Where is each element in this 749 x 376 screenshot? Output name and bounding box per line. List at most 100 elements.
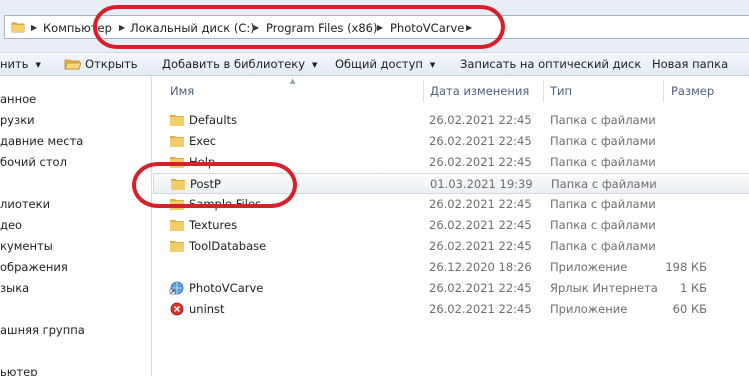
address-bar[interactable]: ▶ Компьютер ▶ Локальный диск (C:) ▶ Prog… <box>4 15 749 39</box>
nav-item-documents[interactable]: кументы <box>0 237 53 255</box>
nav-item-music[interactable]: зыка <box>0 279 29 297</box>
chevron-right-icon[interactable]: ▶ <box>31 20 37 36</box>
file-name: ToolDatabase <box>189 239 267 253</box>
file-date: 26.02.2021 22:45 <box>429 239 532 253</box>
new-folder-label: Новая папка <box>652 57 729 71</box>
folder-icon <box>170 241 184 252</box>
organize-button[interactable]: нить ▼ <box>0 53 41 75</box>
file-name: Defaults <box>189 113 238 127</box>
breadcrumb-local-disk[interactable]: Локальный диск (C:) <box>130 20 255 36</box>
new-folder-button[interactable]: Новая папка <box>652 53 728 75</box>
file-date: 26.02.2021 22:45 <box>429 281 532 295</box>
breadcrumb-computer[interactable]: Компьютер <box>43 20 112 36</box>
column-divider[interactable] <box>423 80 424 102</box>
file-list: ▲ Имя Дата изменения Тип Размер Defaults… <box>153 77 749 376</box>
file-row[interactable]: Defaults 26.02.2021 22:45 Папка с файлам… <box>153 110 749 131</box>
open-icon <box>64 59 82 70</box>
file-row[interactable]: Textures 26.02.2021 22:45 Папка с файлам… <box>153 215 749 236</box>
file-size <box>636 217 707 233</box>
blank-icon <box>169 260 185 274</box>
file-date: 26.02.2021 22:45 <box>429 134 532 148</box>
internet-shortcut-icon <box>169 281 184 295</box>
share-label: Общий доступ <box>335 57 423 71</box>
column-header-date[interactable]: Дата изменения <box>430 82 529 106</box>
nav-item-downloads[interactable]: рузки <box>0 111 35 129</box>
chevron-right-icon[interactable]: ▶ <box>466 20 472 36</box>
file-size: 1 КБ <box>679 281 707 295</box>
folder-icon <box>170 157 184 168</box>
file-name: Sample Files <box>189 197 262 211</box>
file-row-selected[interactable]: PostP 01.03.2021 19:39 Папка с файлами <box>153 173 749 194</box>
file-date: 01.03.2021 19:39 <box>430 177 533 191</box>
file-size <box>636 154 707 170</box>
file-name: PhotoVCarve <box>189 281 264 295</box>
breadcrumb-program-files[interactable]: Program Files (x86) <box>266 20 377 36</box>
dropdown-arrow-icon: ▼ <box>35 61 41 69</box>
chevron-right-icon[interactable]: ▶ <box>377 20 383 36</box>
file-date: 26.12.2020 18:26 <box>429 260 532 274</box>
file-row[interactable]: Exec 26.02.2021 22:45 Папка с файлами <box>153 131 749 152</box>
folder-icon <box>11 22 25 33</box>
uninstall-icon <box>170 302 184 316</box>
organize-label: нить <box>0 57 29 71</box>
open-label: Открыть <box>85 57 138 71</box>
column-header-name[interactable]: Имя <box>170 82 194 106</box>
dropdown-arrow-icon: ▼ <box>429 61 436 69</box>
file-type: Приложение <box>550 302 628 316</box>
nav-item-recent[interactable]: давние места <box>0 132 83 150</box>
file-date: 26.02.2021 22:45 <box>429 302 532 316</box>
nav-item-desktop[interactable]: бочий стол <box>0 153 67 171</box>
burn-button[interactable]: Записать на оптический диск <box>460 53 641 75</box>
sort-up-icon: ▲ <box>290 77 296 85</box>
file-row[interactable]: Sample Files 26.02.2021 22:45 Папка с фа… <box>153 194 749 215</box>
nav-item-pictures[interactable]: ображения <box>0 258 68 276</box>
file-name: Textures <box>189 218 238 232</box>
folder-icon <box>170 220 184 231</box>
share-button[interactable]: Общий доступ ▼ <box>335 53 435 75</box>
nav-item-homegroup[interactable]: ашняя группа <box>0 321 85 339</box>
open-button[interactable]: Открыть <box>64 53 138 75</box>
file-size <box>636 238 707 254</box>
chevron-right-icon[interactable]: ▶ <box>119 20 125 36</box>
nav-item-favorites[interactable]: анное <box>0 90 36 108</box>
dropdown-arrow-icon: ▼ <box>312 61 318 69</box>
nav-item-libraries[interactable]: лиотеки <box>0 195 50 213</box>
file-date: 26.02.2021 22:45 <box>429 155 532 169</box>
folder-icon <box>170 115 184 126</box>
column-divider[interactable] <box>663 80 664 102</box>
burn-label: Записать на оптический диск <box>460 57 642 71</box>
add-to-library-label: Добавить в библиотеку <box>162 57 306 71</box>
file-size: 60 КБ <box>672 302 707 316</box>
file-row[interactable]: PhotoVCarve 26.02.2021 22:45 Ярлык Интер… <box>153 278 749 299</box>
column-header-type[interactable]: Тип <box>550 82 572 106</box>
file-name: PostP <box>190 177 221 191</box>
folder-icon <box>170 136 184 147</box>
column-divider[interactable] <box>543 80 544 102</box>
command-toolbar: нить ▼ Открыть Добавить в библиотеку ▼ Общ… <box>0 52 749 76</box>
file-name: Help <box>189 155 216 169</box>
navigation-pane: анное рузки давние места бочий стол лиот… <box>0 77 152 376</box>
folder-icon <box>171 179 185 190</box>
chevron-right-icon[interactable]: ▶ <box>253 20 259 36</box>
file-size <box>636 196 707 212</box>
folder-icon <box>170 199 184 210</box>
file-name: uninst <box>189 302 225 316</box>
address-bar-area: ▶ Компьютер ▶ Локальный диск (C:) ▶ Prog… <box>0 0 749 52</box>
file-row[interactable]: Help 26.02.2021 22:45 Папка с файлами <box>153 152 749 173</box>
nav-item-video[interactable]: део <box>0 216 22 234</box>
file-size <box>637 176 708 192</box>
file-size <box>636 133 707 149</box>
nav-item-computer[interactable]: ьютер <box>0 363 38 376</box>
file-date: 26.02.2021 22:45 <box>429 218 532 232</box>
file-size <box>636 112 707 128</box>
file-row[interactable]: uninst 26.02.2021 22:45 Приложение 60 КБ <box>153 299 749 320</box>
file-name: Exec <box>189 134 217 148</box>
file-size: 198 КБ <box>665 260 707 274</box>
breadcrumb-photovcarve[interactable]: PhotoVCarve <box>390 20 464 36</box>
file-type: Приложение <box>550 260 628 274</box>
column-header-size[interactable]: Размер <box>671 82 714 106</box>
file-row[interactable]: 26.12.2020 18:26 Приложение 198 КБ <box>153 257 749 278</box>
add-to-library-button[interactable]: Добавить в библиотеку ▼ <box>162 53 317 75</box>
file-date: 26.02.2021 22:45 <box>429 197 532 211</box>
file-row[interactable]: ToolDatabase 26.02.2021 22:45 Папка с фа… <box>153 236 749 257</box>
